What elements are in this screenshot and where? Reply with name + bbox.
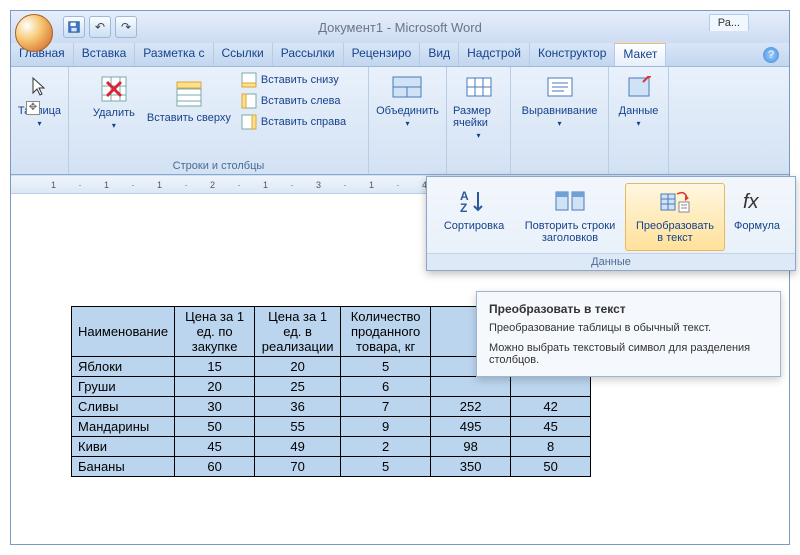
tab-review[interactable]: Рецензиро (344, 43, 421, 66)
cell-size-button[interactable]: Размер ячейки ▾ (453, 71, 504, 140)
sort-button[interactable]: AZ Сортировка (433, 183, 515, 251)
insert-above-button[interactable]: Вставить сверху (147, 78, 231, 124)
chevron-down-icon: ▾ (636, 119, 640, 128)
chevron-down-icon: ▾ (112, 121, 116, 130)
tab-layout[interactable]: Макет (615, 43, 666, 66)
insert-col-right-icon (241, 114, 257, 130)
rows-cols-label: Строки и столбцы (75, 159, 362, 173)
table-row[interactable]: Мандарины5055949545 (72, 417, 591, 437)
office-orb-button[interactable] (15, 14, 53, 52)
help-icon[interactable]: ? (763, 47, 779, 63)
tooltip-line: Можно выбрать текстовый символ для разде… (489, 342, 768, 366)
group-alignment: Выравнивание ▾ (511, 67, 609, 174)
formula-icon: fx (741, 188, 773, 216)
group-table: Таблица ▾ (11, 67, 69, 174)
table-header[interactable]: Цена за 1 ед. по закупке (175, 307, 255, 357)
cursor-icon (24, 71, 56, 103)
word-window: ↶ ↷ Документ1 - Microsoft Word Ра... Гла… (10, 10, 790, 545)
data-button[interactable]: Данные ▾ (614, 71, 664, 128)
group-data: Данные ▾ (609, 67, 669, 174)
window-title: Документ1 - Microsoft Word (318, 20, 482, 35)
chevron-down-icon: ▾ (405, 119, 409, 128)
tab-page-layout[interactable]: Разметка с (135, 43, 213, 66)
formula-button[interactable]: fx Формула (725, 183, 789, 251)
cell-size-icon (463, 71, 495, 103)
insert-row-above-icon (173, 78, 205, 110)
tooltip: Преобразовать в текст Преобразование таб… (476, 291, 781, 377)
insert-row-below-icon (241, 72, 257, 88)
convert-to-text-button[interactable]: Преобразовать в текст (625, 183, 725, 251)
qat-save-icon[interactable] (63, 16, 85, 38)
select-table-button[interactable]: Таблица ▾ (15, 71, 65, 128)
group-rows-columns: Удалить ▾ Вставить сверху Вставить снизу (69, 67, 369, 174)
ribbon-tabs: Главная Вставка Разметка с Ссылки Рассыл… (11, 43, 789, 67)
data-dropdown-group-label: Данные (427, 253, 795, 270)
repeat-header-rows-button[interactable]: Повторить строки заголовков (515, 183, 625, 251)
tab-references[interactable]: Ссылки (214, 43, 273, 66)
table-row[interactable]: Киви45492988 (72, 437, 591, 457)
svg-text:Z: Z (460, 201, 467, 214)
quick-access-toolbar: ↶ ↷ (63, 16, 137, 38)
table-row[interactable]: Груши20256 (72, 377, 591, 397)
merge-cells-icon (391, 71, 423, 103)
sort-icon: AZ (458, 188, 490, 216)
table-tools-context[interactable]: Ра... (709, 14, 749, 31)
delete-button[interactable]: Удалить ▾ (89, 73, 139, 130)
insert-right-button[interactable]: Вставить справа (239, 113, 348, 131)
title-bar: ↶ ↷ Документ1 - Microsoft Word Ра... (11, 11, 789, 43)
tab-view[interactable]: Вид (420, 43, 459, 66)
tab-insert[interactable]: Вставка (74, 43, 136, 66)
table-move-handle[interactable]: ✥ (26, 101, 40, 115)
data-icon (623, 71, 655, 103)
tab-addins[interactable]: Надстрой (459, 43, 530, 66)
chevron-down-icon: ▾ (557, 119, 561, 128)
table-row[interactable]: Сливы3036725242 (72, 397, 591, 417)
chevron-down-icon: ▾ (37, 119, 41, 128)
ribbon: Таблица ▾ Удалить ▾ Вставить све (11, 67, 789, 175)
table-header[interactable]: Количество проданного товара, кг (341, 307, 431, 357)
alignment-icon (544, 71, 576, 103)
alignment-button[interactable]: Выравнивание ▾ (522, 71, 598, 128)
table-header[interactable]: Наименование (72, 307, 175, 357)
tooltip-line: Преобразование таблицы в обычный текст. (489, 322, 768, 334)
repeat-headers-icon (554, 188, 586, 216)
tooltip-title: Преобразовать в текст (489, 302, 768, 316)
qat-undo-icon[interactable]: ↶ (89, 16, 111, 38)
delete-table-icon (98, 73, 130, 105)
group-cell-size: Размер ячейки ▾ (447, 67, 511, 174)
svg-text:fx: fx (743, 191, 760, 213)
data-dropdown-panel: AZ Сортировка Повторить строки заголовко… (426, 176, 796, 271)
insert-col-left-icon (241, 93, 257, 109)
group-merge: Объединить ▾ (369, 67, 447, 174)
qat-redo-icon[interactable]: ↷ (115, 16, 137, 38)
table-header[interactable]: Цена за 1 ед. в реализации (255, 307, 341, 357)
tab-mailings[interactable]: Рассылки (273, 43, 344, 66)
merge-button[interactable]: Объединить ▾ (376, 71, 439, 128)
insert-left-button[interactable]: Вставить слева (239, 92, 348, 110)
insert-below-button[interactable]: Вставить снизу (239, 71, 348, 89)
table-row[interactable]: Бананы6070535050 (72, 457, 591, 477)
tab-design[interactable]: Конструктор (530, 43, 615, 66)
convert-to-text-icon (659, 188, 691, 216)
chevron-down-icon: ▾ (476, 131, 480, 140)
